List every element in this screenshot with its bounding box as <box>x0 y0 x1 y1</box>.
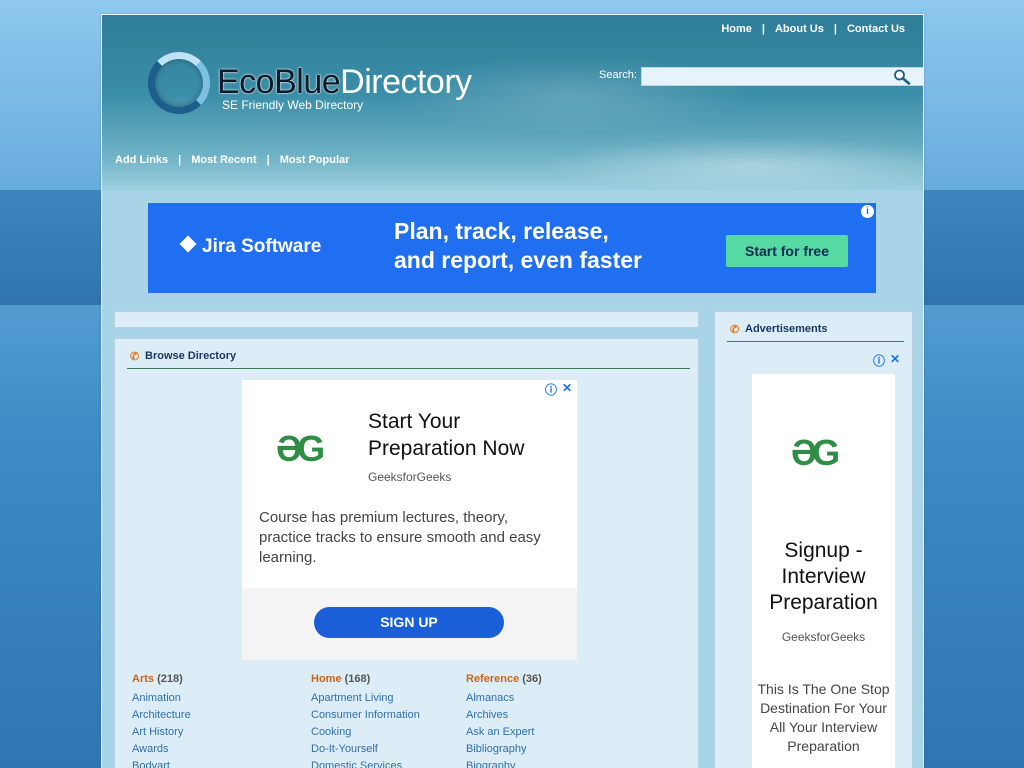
banner-headline-line1: Plan, track, release, <box>394 218 609 244</box>
ad-info-icon[interactable]: ⓘ <box>873 352 885 369</box>
nav-separator: | <box>761 23 765 35</box>
search-label: Search: <box>599 69 637 81</box>
logo-directory-text: Directory <box>340 63 472 101</box>
subcategory-link[interactable]: Do-It-Yourself <box>311 741 481 758</box>
category-name[interactable]: Arts <box>132 673 154 685</box>
subcategory-link[interactable]: Almanacs <box>466 690 636 707</box>
category-heading[interactable]: Arts (218) <box>132 673 302 685</box>
site-logo[interactable]: EcoBlueDirectory <box>217 63 472 102</box>
category-count: (168) <box>344 673 371 685</box>
search-icon[interactable] <box>893 69 911 85</box>
start-free-button[interactable]: Start for free <box>726 235 848 267</box>
gfg-ad[interactable]: ⓘ ✕ ƏG Start Your Preparation Now Geeksf… <box>242 380 577 660</box>
jira-brand-text: Jira Software <box>202 236 322 257</box>
side-ad-source: GeeksforGeeks <box>781 630 866 644</box>
subcategory-link[interactable]: Biography <box>466 758 636 768</box>
site-header: Home | About Us | Contact Us EcoBlueDirector… <box>102 15 923 191</box>
ad-source: GeeksforGeeks <box>368 470 452 484</box>
most-recent-link[interactable]: Most Recent <box>191 154 256 166</box>
geeksforgeeks-logo-icon: ƏG <box>276 428 325 469</box>
ad-title[interactable]: Start Your Preparation Now <box>368 408 568 462</box>
subcategory-link[interactable]: Archives <box>466 707 636 724</box>
side-ad-title[interactable]: Signup - Interview Preparation <box>756 538 891 616</box>
category-column-home: Home (168) Apartment Living Consumer Inf… <box>311 673 481 768</box>
ad-description: Course has premium lectures, theory, pra… <box>259 509 541 566</box>
subnav-separator: | <box>266 154 270 166</box>
subcategory-link[interactable]: Domestic Services <box>311 758 481 768</box>
browse-directory-title: ✆ Browse Directory <box>127 349 690 369</box>
category-column-reference: Reference (36) Almanacs Archives Ask an … <box>466 673 636 768</box>
category-heading[interactable]: Home (168) <box>311 673 481 685</box>
ad-close-icon[interactable]: ✕ <box>890 352 900 366</box>
geeksforgeeks-logo-icon: ƏG <box>791 432 840 473</box>
nav-contact-link[interactable]: Contact Us <box>847 23 905 35</box>
nav-about-link[interactable]: About Us <box>775 23 824 35</box>
logo-ring-icon[interactable] <box>148 52 210 114</box>
side-ad-description: This Is The One Stop Destination For You… <box>757 681 890 754</box>
advertisements-title: ✆ Advertisements <box>727 322 904 342</box>
top-navigation: Home | About Us | Contact Us <box>721 23 905 35</box>
subcategory-link[interactable]: Bodyart <box>132 758 302 768</box>
search-input[interactable] <box>641 67 923 86</box>
browse-directory-panel: ✆ Browse Directory ⓘ ✕ ƏG Start Your Pre… <box>114 338 699 768</box>
ad-info-icon[interactable]: ⓘ <box>545 381 557 398</box>
category-heading[interactable]: Reference (36) <box>466 673 636 685</box>
category-count: (36) <box>522 673 542 685</box>
jira-brand: Jira Software <box>179 235 322 258</box>
nav-home-link[interactable]: Home <box>721 23 752 35</box>
nav-separator: | <box>833 23 837 35</box>
empty-content-bar <box>114 311 699 328</box>
ad-info-icon[interactable]: i <box>861 205 874 218</box>
category-count: (218) <box>157 673 183 685</box>
category-name[interactable]: Home <box>311 673 342 685</box>
subcategory-link[interactable]: Architecture <box>132 707 302 724</box>
advertisements-title-text: Advertisements <box>745 323 828 335</box>
phone-icon: ✆ <box>130 351 140 363</box>
category-column-arts: Arts (218) Animation Architecture Art Hi… <box>132 673 302 768</box>
subcategory-link[interactable]: Animation <box>132 690 302 707</box>
subcategory-link[interactable]: Consumer Information <box>311 707 481 724</box>
banner-headline: Plan, track, release, and report, even f… <box>394 217 642 275</box>
subcategory-link[interactable]: Art History <box>132 724 302 741</box>
logo-eco-text: EcoBlue <box>217 63 341 101</box>
ad-close-icon[interactable]: ✕ <box>562 381 572 395</box>
subcategory-link[interactable]: Apartment Living <box>311 690 481 707</box>
phone-icon: ✆ <box>730 324 740 336</box>
subcategory-link[interactable]: Awards <box>132 741 302 758</box>
advertisements-panel: ✆ Advertisements ⓘ ✕ ƏG Signup - Intervi… <box>714 311 913 768</box>
logo-subtitle: SE Friendly Web Directory <box>222 98 364 112</box>
most-popular-link[interactable]: Most Popular <box>280 154 350 166</box>
ad-footer: SIGN UP <box>242 588 577 660</box>
add-links-link[interactable]: Add Links <box>115 154 168 166</box>
banner-headline-line2: and report, even faster <box>394 247 642 273</box>
subcategory-link[interactable]: Bibliography <box>466 741 636 758</box>
page-wrapper: Home | About Us | Contact Us EcoBlueDirector… <box>101 14 924 768</box>
subcategory-link[interactable]: Cooking <box>311 724 481 741</box>
jira-banner-ad[interactable]: Jira Software Plan, track, release, and … <box>148 203 876 293</box>
sub-navigation: Add Links | Most Recent | Most Popular <box>115 154 349 166</box>
category-name[interactable]: Reference <box>466 673 519 685</box>
gfg-side-ad[interactable]: ƏG Signup - Interview Preparation Geeksf… <box>752 374 895 768</box>
sign-up-button[interactable]: SIGN UP <box>314 607 504 638</box>
browse-directory-title-text: Browse Directory <box>145 350 237 362</box>
subcategory-link[interactable]: Ask an Expert <box>466 724 636 741</box>
subnav-separator: | <box>178 154 182 166</box>
jira-diamond-icon <box>179 235 197 253</box>
